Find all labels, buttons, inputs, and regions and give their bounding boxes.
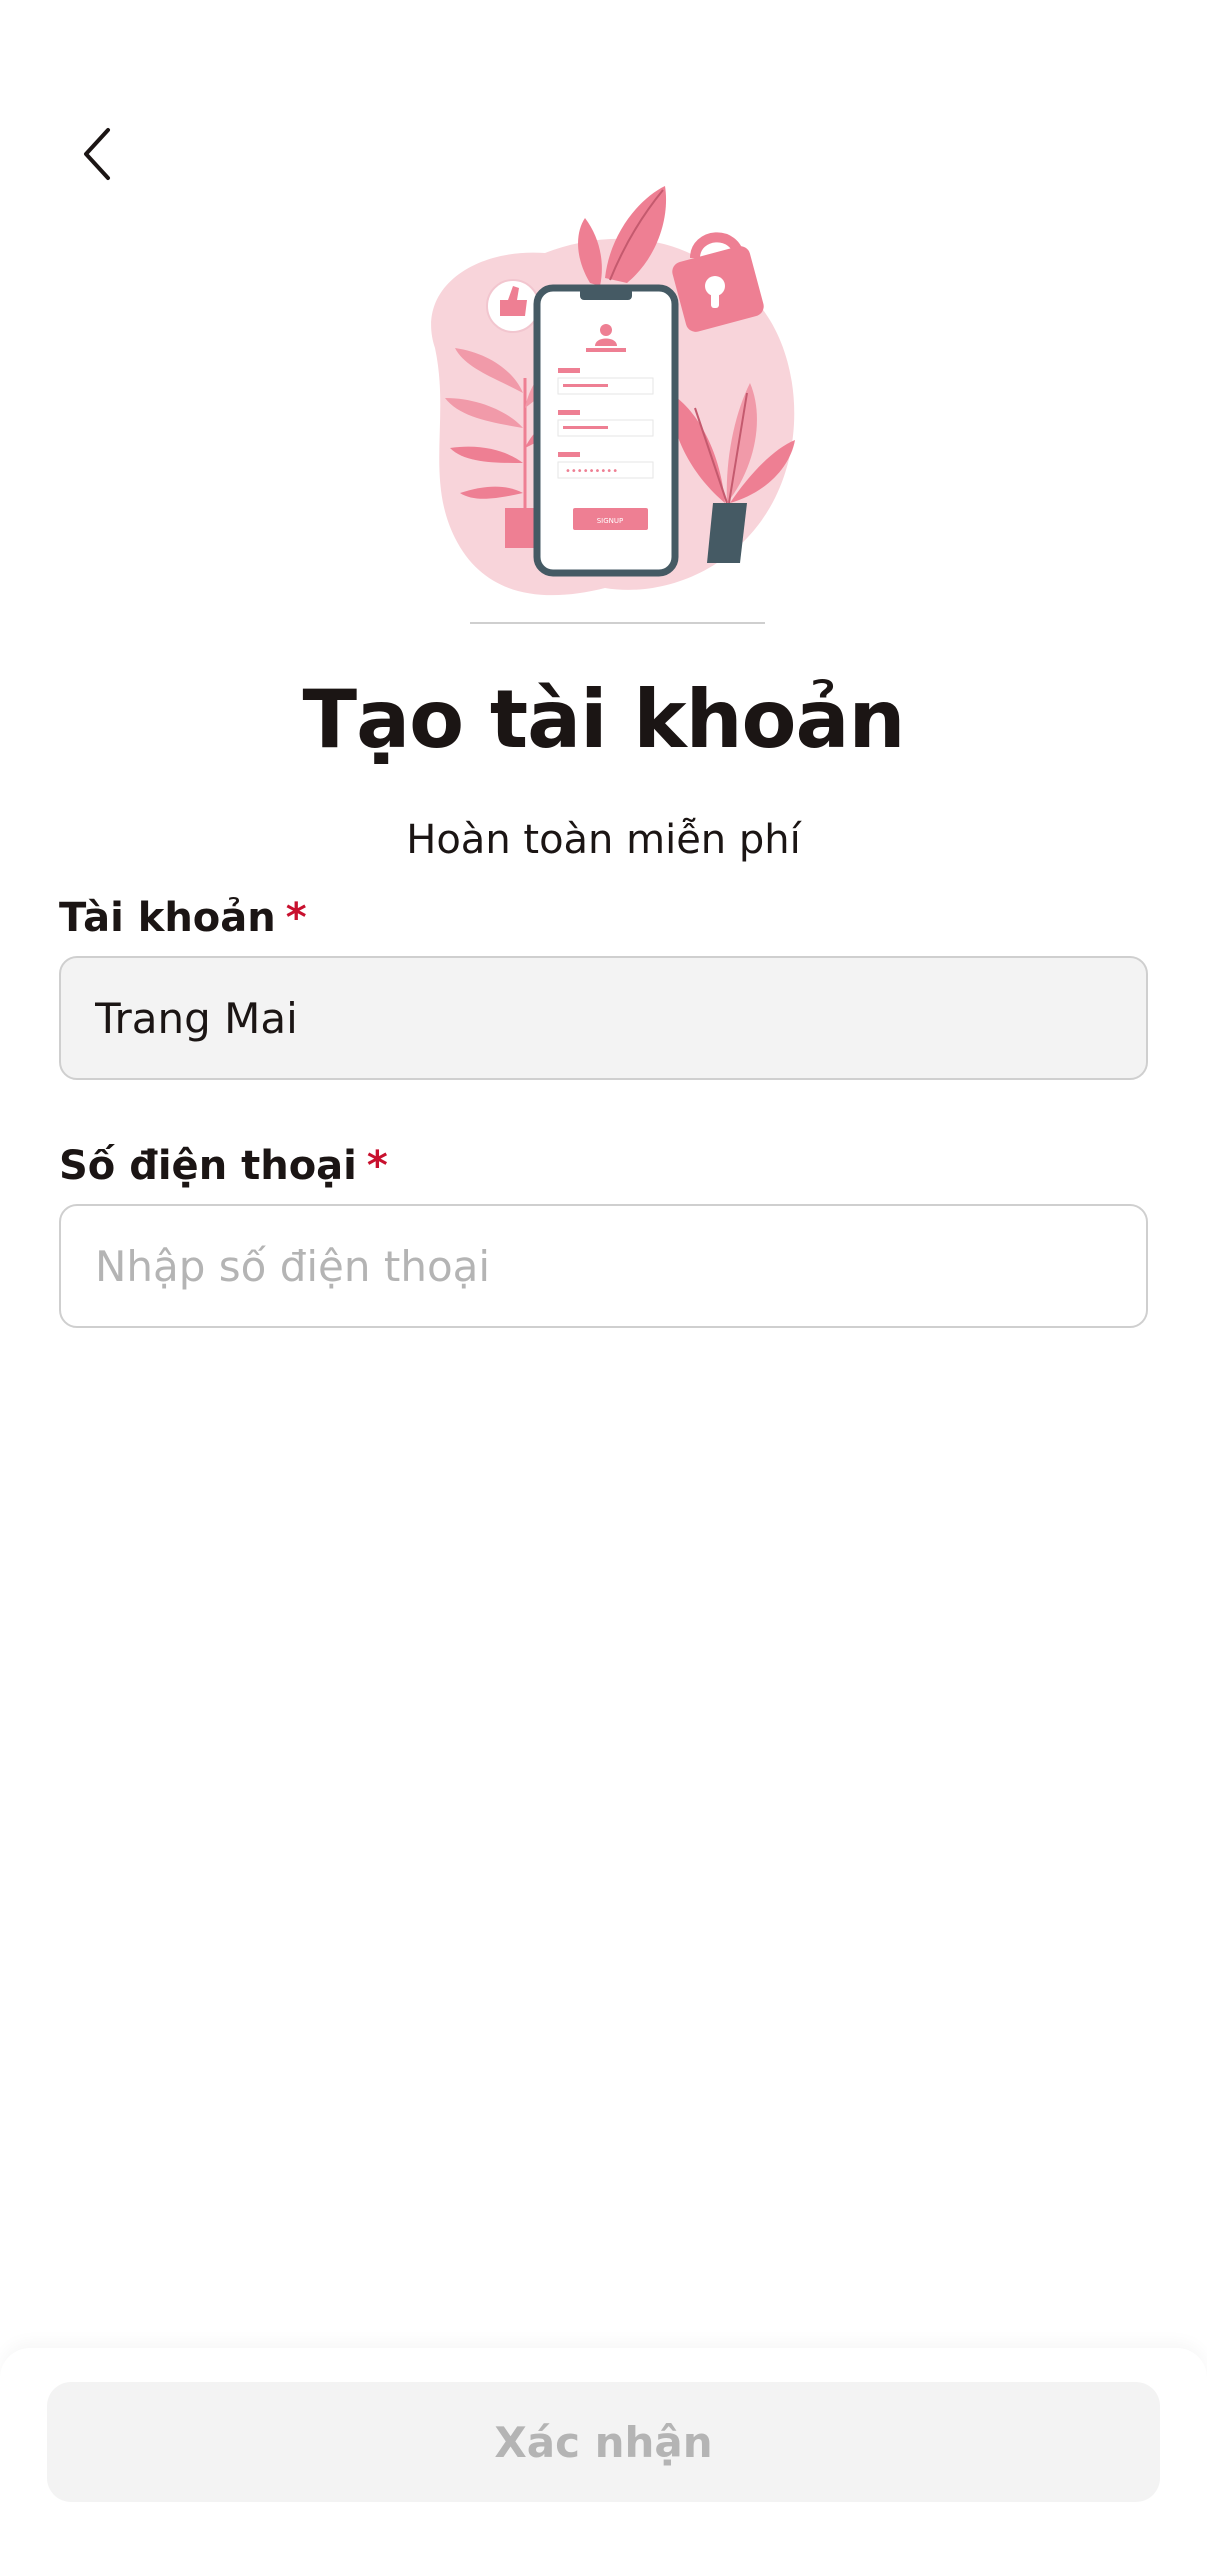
required-mark: * (285, 895, 307, 941)
account-input[interactable] (59, 956, 1148, 1080)
confirm-button[interactable]: Xác nhận (47, 2382, 1160, 2502)
account-label: Tài khoản * (59, 890, 307, 946)
phone-label: Số điện thoại * (59, 1138, 388, 1194)
chevron-left-icon (84, 128, 110, 180)
page-title: Tạo tài khoản (302, 673, 906, 766)
thumbs-up-icon (486, 279, 540, 333)
required-mark: * (366, 1143, 388, 1189)
phone-label-text: Số điện thoại (59, 1143, 357, 1189)
phone-signup-label: SIGNUP (597, 517, 624, 525)
page-subtitle: Hoàn toàn miễn phí (406, 817, 801, 863)
account-label-text: Tài khoản (59, 895, 276, 941)
phone-icon: ••••••••• SIGNUP (533, 284, 679, 577)
phone-input[interactable] (59, 1204, 1148, 1328)
phone-signup-illustration: ••••••••• SIGNUP (431, 186, 795, 624)
svg-text:•••••••••: ••••••••• (565, 466, 618, 477)
back-button[interactable] (62, 118, 134, 190)
